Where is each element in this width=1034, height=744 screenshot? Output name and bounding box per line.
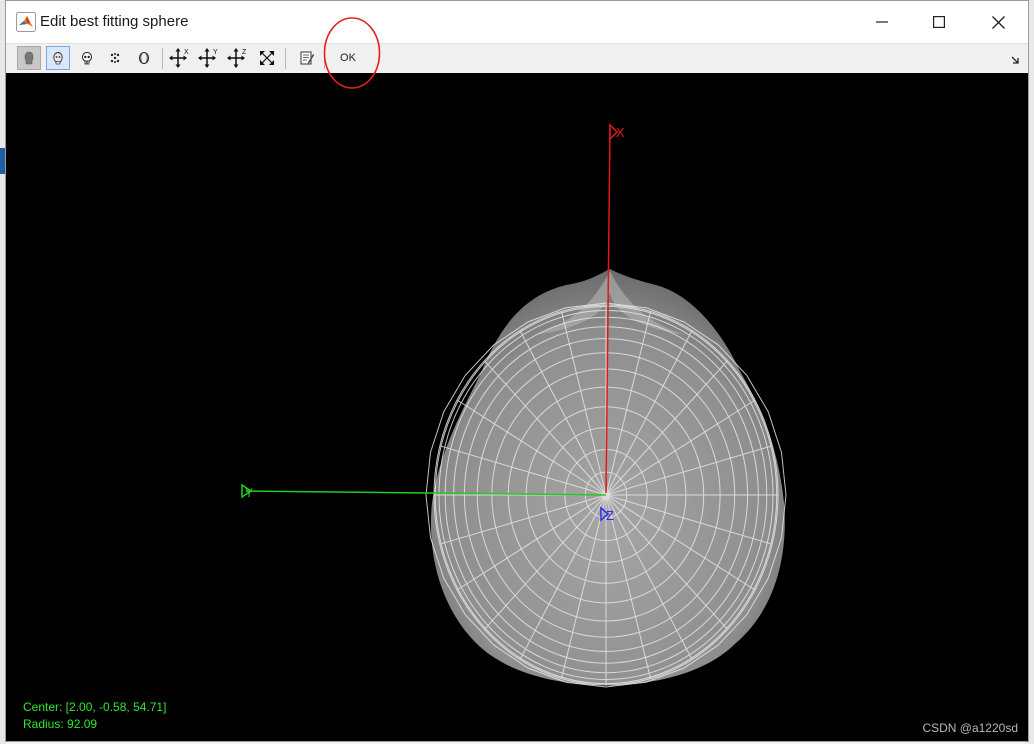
close-button[interactable] xyxy=(969,1,1027,43)
maximize-icon xyxy=(933,16,945,28)
minimize-icon xyxy=(876,21,888,23)
y-axis-label: Y xyxy=(245,486,253,500)
toolbar-separator xyxy=(285,48,286,69)
ok-button[interactable]: OK xyxy=(334,47,362,69)
resize-tool-button[interactable] xyxy=(255,46,279,70)
move-y-tool-button[interactable]: Y xyxy=(197,46,221,70)
sphere-tool-button[interactable] xyxy=(132,46,156,70)
matlab-icon xyxy=(16,12,36,32)
dialog-window: Edit best fitting sphere X Y Z OK X Y Z … xyxy=(5,0,1029,742)
maximize-button[interactable] xyxy=(910,1,968,43)
sphere-icon xyxy=(139,52,149,64)
toolbar-separator xyxy=(162,48,163,69)
skull-tool-button[interactable] xyxy=(75,46,99,70)
edit-tool-button[interactable] xyxy=(295,46,319,70)
skull-icon xyxy=(82,51,92,65)
center-readout: Center: [2.00, -0.58, 54.71] xyxy=(23,700,167,714)
title-bar[interactable]: Edit best fitting sphere xyxy=(6,1,1028,43)
x-axis-label: X xyxy=(616,125,625,140)
toolbar: X Y Z OK xyxy=(6,43,1028,74)
svg-text:X: X xyxy=(184,49,189,56)
scene-canvas: X Y Z xyxy=(241,123,787,688)
points-tool-button[interactable] xyxy=(103,46,127,70)
move-x-tool-button[interactable]: X xyxy=(168,46,192,70)
svg-text:Y: Y xyxy=(213,49,218,56)
3d-viewport[interactable]: X Y Z Center: [2.00, -0.58, 54.71] Radiu… xyxy=(6,73,1028,741)
move-x-icon: X xyxy=(169,48,189,68)
svg-text:Z: Z xyxy=(242,49,247,56)
move-z-icon: Z xyxy=(227,48,247,68)
move-z-tool-button[interactable]: Z xyxy=(226,46,250,70)
watermark-text: CSDN @a1220sd xyxy=(922,721,1018,735)
expand-toolbar-icon[interactable] xyxy=(1011,52,1020,70)
move-y-icon: Y xyxy=(198,48,218,68)
minimize-button[interactable] xyxy=(853,1,911,43)
edit-icon xyxy=(300,51,315,65)
radius-readout: Radius: 92.09 xyxy=(23,717,98,731)
head-outline-icon xyxy=(24,51,34,65)
window-title: Edit best fitting sphere xyxy=(40,13,189,30)
toolbar-separator xyxy=(324,48,325,69)
z-axis-label: Z xyxy=(606,508,614,523)
head-surface-tool-button[interactable] xyxy=(46,46,70,70)
resize-icon xyxy=(260,51,274,65)
close-icon xyxy=(991,15,1005,29)
points-icon xyxy=(110,53,120,63)
head-outline-tool-button[interactable] xyxy=(17,46,41,70)
head-surface-icon xyxy=(53,52,63,65)
